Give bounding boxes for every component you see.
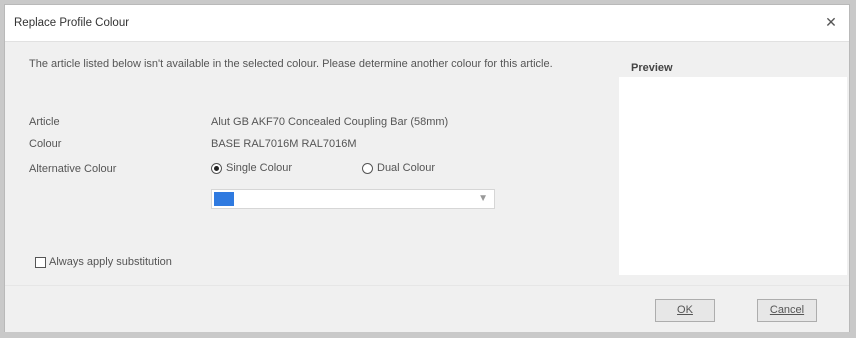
chevron-down-icon[interactable]: ▼ bbox=[478, 193, 488, 204]
colour-value: BASE RAL7016M RAL7016M bbox=[211, 138, 357, 150]
dropdown-selected-value bbox=[214, 192, 234, 206]
checkbox-box bbox=[35, 256, 46, 268]
colour-label: Colour bbox=[29, 138, 62, 150]
preview-title: Preview bbox=[631, 62, 673, 74]
dialog-title: Replace Profile Colour bbox=[14, 17, 130, 29]
cancel-button[interactable]: Cancel bbox=[757, 299, 817, 322]
article-value: Alut GB AKF70 Concealed Coupling Bar (58… bbox=[211, 116, 449, 128]
always-apply-substitution-label: Always apply substitution bbox=[49, 256, 172, 268]
radio-unselected-indicator bbox=[362, 162, 373, 174]
dialog-footer: OK Cancel bbox=[5, 285, 849, 332]
dual-colour-label: Dual Colour bbox=[377, 162, 436, 174]
article-label: Article bbox=[29, 116, 60, 128]
alternative-colour-label: Alternative Colour bbox=[29, 163, 117, 175]
description-text: The article listed below isn't available… bbox=[29, 58, 553, 70]
close-icon[interactable]: ✕ bbox=[823, 14, 839, 30]
alternative-colour-dropdown[interactable]: ▼ bbox=[211, 189, 495, 209]
preview-area bbox=[619, 77, 847, 275]
preview-panel: Preview bbox=[619, 53, 847, 275]
single-colour-radio[interactable]: Single Colour bbox=[211, 162, 292, 174]
radio-selected-indicator bbox=[211, 162, 222, 174]
title-bar: Replace Profile Colour ✕ bbox=[5, 5, 849, 42]
dual-colour-radio[interactable]: Dual Colour bbox=[362, 162, 435, 174]
replace-profile-colour-dialog: Replace Profile Colour ✕ The article lis… bbox=[4, 4, 850, 332]
cancel-button-label: Cancel bbox=[769, 304, 805, 316]
single-colour-label: Single Colour bbox=[226, 162, 293, 174]
ok-button[interactable]: OK bbox=[655, 299, 715, 322]
ok-button-label: OK bbox=[677, 304, 693, 316]
always-apply-substitution-checkbox[interactable]: Always apply substitution bbox=[35, 256, 172, 268]
